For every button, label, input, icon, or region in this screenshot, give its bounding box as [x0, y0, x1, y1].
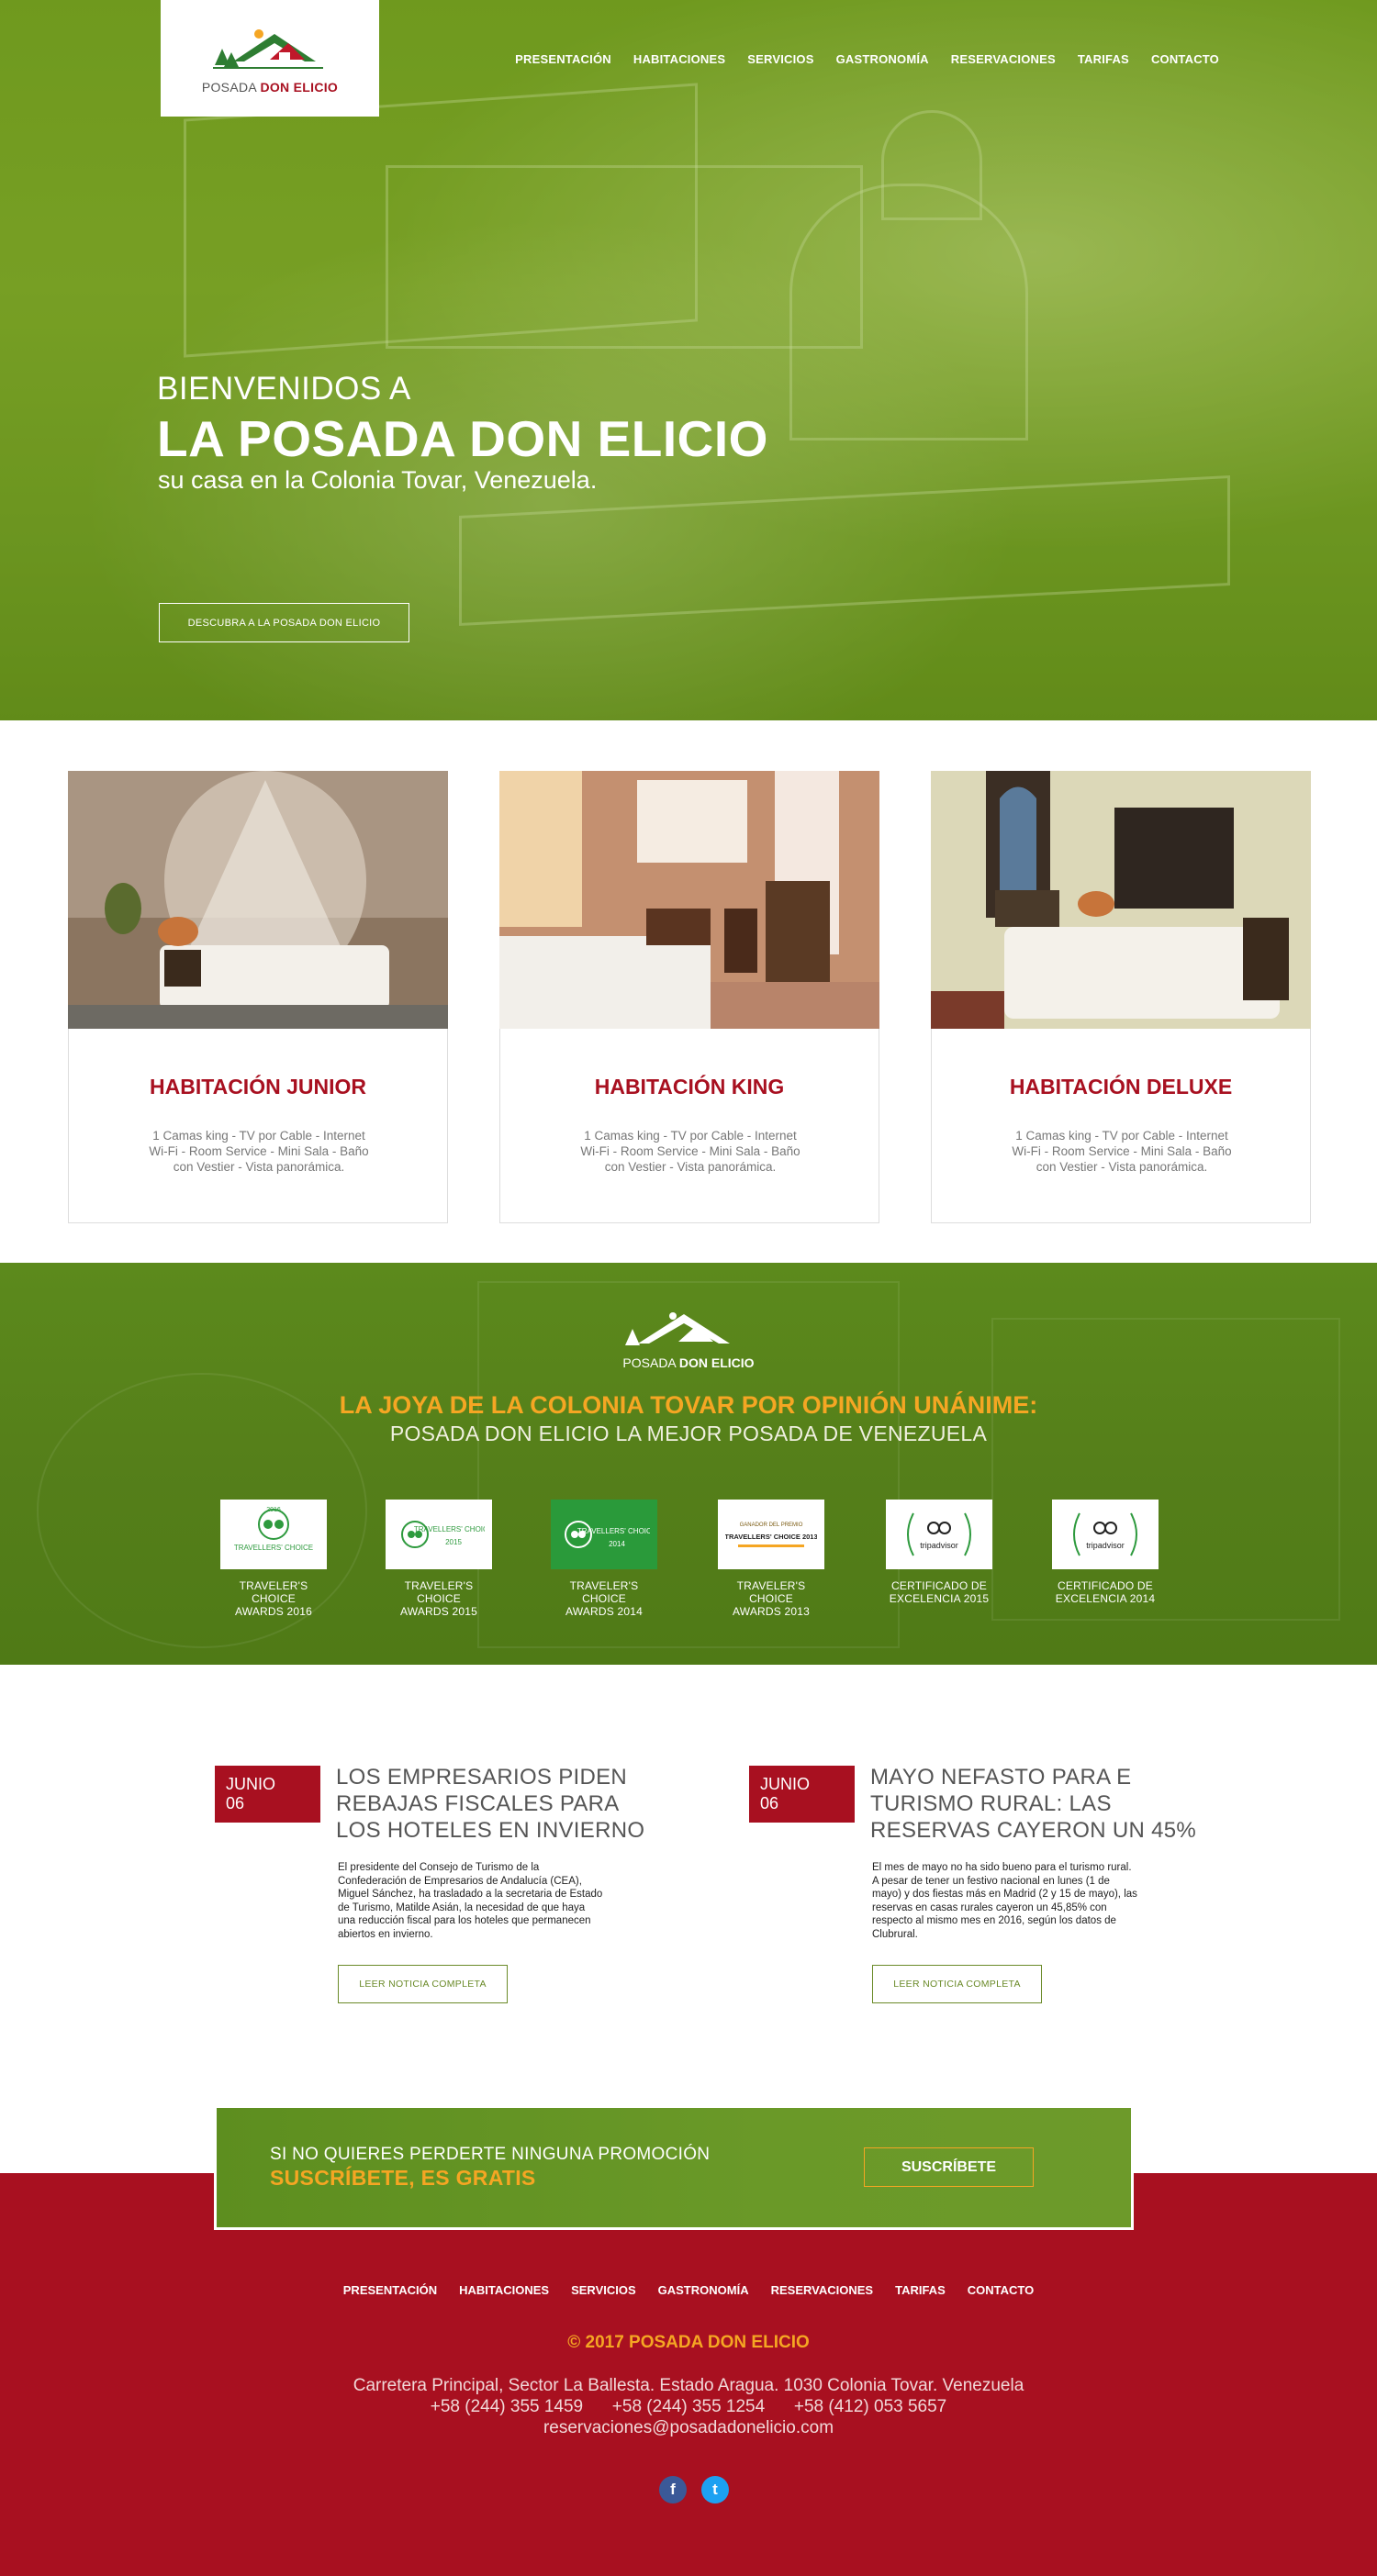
hero-section: POSADA DON ELICIO PRESENTACIÓN HABITACIO… — [0, 0, 1377, 720]
contact-info: Carretera Principal, Sector La Ballesta.… — [0, 2375, 1377, 2438]
facebook-icon[interactable]: f — [659, 2476, 687, 2504]
discover-button[interactable]: DESCUBRA A LA POSADA DON ELICIO — [159, 603, 409, 642]
room-description: 1 Camas king - TV por Cable - Internet W… — [149, 1129, 369, 1174]
nav-reservaciones[interactable]: RESERVACIONES — [951, 52, 1056, 66]
logo-text: POSADA DON ELICIO — [201, 79, 339, 95]
room-card-junior[interactable]: HABITACIÓN JUNIOR 1 Camas king - TV por … — [68, 771, 448, 1223]
news-title[interactable]: LOS EMPRESARIOS PIDEN REBAJAS FISCALES P… — [336, 1764, 666, 1844]
news-date: JUNIO 06 — [749, 1766, 855, 1823]
awards-subheading: POSADA DON ELICIO LA MEJOR POSADA DE VEN… — [389, 1422, 988, 1445]
room-description: 1 Camas king - TV por Cable - Internet W… — [1012, 1129, 1232, 1174]
award-badge: TRAVELLERS' CHOICE 2014 — [551, 1500, 657, 1569]
room-description: 1 Camas king - TV por Cable - Internet W… — [580, 1129, 800, 1174]
award-caption: TRAVELER'S CHOICE AWARDS 2014 — [565, 1579, 643, 1618]
award-badge: TRAVELLERS' CHOICE 2015 — [386, 1500, 492, 1569]
main-nav: PRESENTACIÓN HABITACIONES SERVICIOS GAST… — [515, 52, 1219, 66]
award-badge: tripadvisor — [1052, 1500, 1159, 1569]
awards-heading: LA JOYA DE LA COLONIA TOVAR POR OPINIÓN … — [339, 1391, 1038, 1419]
footer-nav-contacto[interactable]: CONTACTO — [968, 2283, 1034, 2297]
room-title: HABITACIÓN KING — [594, 1075, 785, 1098]
news-date: JUNIO 06 — [215, 1766, 320, 1823]
email-link[interactable]: reservaciones@posadadonelicio.com — [0, 2417, 1377, 2438]
hero-title: LA POSADA DON ELICIO — [157, 410, 768, 467]
room-card-king[interactable]: HABITACIÓN KING 1 Camas king - TV por Ca… — [499, 771, 879, 1223]
award-year: 2016 — [266, 1507, 281, 1513]
logo-house-icon — [213, 28, 323, 69]
award-badge-text: tripadvisor — [1086, 1541, 1125, 1550]
twitter-icon[interactable]: t — [701, 2476, 729, 2504]
room-title: HABITACIÓN DELUXE — [1009, 1075, 1233, 1098]
award-badge-text: TRAVELLERS' CHOICE — [234, 1544, 313, 1552]
award-badge: tripadvisor — [886, 1500, 992, 1569]
footer-nav-habitaciones[interactable]: HABITACIONES — [459, 2283, 549, 2297]
news-body: El presidente del Consejo de Turismo de … — [338, 1862, 603, 1940]
award-caption: TRAVELER'S CHOICE AWARDS 2013 — [732, 1579, 810, 1618]
news-item: JUNIO 06 MAYO NEFASTO PARA E TURISMO RURA… — [749, 1764, 1226, 2003]
copyright: © 2017 POSADA DON ELICIO — [567, 2333, 810, 2352]
award-item: tripadvisor CERTIFICADO DE EXCELENCIA 201… — [1052, 1500, 1159, 1605]
awards-section: POSADA DON ELICIO LA JOYA DE LA COLONIA … — [0, 1263, 1377, 1665]
news-title[interactable]: MAYO NEFASTO PARA E TURISMO RURAL: LAS R… — [870, 1764, 1201, 1844]
promo-highlight: SUSCRÍBETE, ES GRATIS — [270, 2166, 536, 2190]
room-photo-king — [499, 771, 879, 1029]
award-badge-text: tripadvisor — [920, 1541, 958, 1550]
nav-tarifas[interactable]: TARIFAS — [1078, 52, 1129, 66]
award-badge: GANADOR DEL PREMIO TRAVELLERS' CHOICE 201… — [718, 1500, 824, 1569]
newsletter-promo: SI NO QUIERES PERDERTE NINGUNA PROMOCIÓN… — [214, 2105, 1134, 2230]
awards-logo: POSADA DON ELICIO — [617, 1309, 760, 1370]
footer-nav-servicios[interactable]: SERVICIOS — [571, 2283, 636, 2297]
nav-presentacion[interactable]: PRESENTACIÓN — [515, 52, 611, 66]
band-pattern — [991, 1318, 1340, 1621]
room-title: HABITACIÓN JUNIOR — [150, 1075, 366, 1098]
footer-nav-gastronomia[interactable]: GASTRONOMÍA — [658, 2283, 749, 2297]
footer-nav-presentacion[interactable]: PRESENTACIÓN — [343, 2283, 437, 2297]
nav-gastronomia[interactable]: GASTRONOMÍA — [836, 52, 929, 66]
award-year: 2015 — [445, 1538, 462, 1546]
award-caption: TRAVELER'S CHOICE AWARDS 2015 — [399, 1579, 477, 1618]
address: Carretera Principal, Sector La Ballesta.… — [353, 2376, 1024, 2395]
award-item: TRAVELLERS' CHOICE 2015 TRAVELER'S CHOICE… — [386, 1500, 492, 1618]
award-item: TRAVELLERS' CHOICE 2014 TRAVELER'S CHOICE… — [551, 1500, 657, 1618]
room-photo-junior — [68, 771, 448, 1029]
room-card-deluxe[interactable]: HABITACIÓN DELUXE 1 Camas king - TV por … — [931, 771, 1311, 1223]
award-caption: CERTIFICADO DE EXCELENCIA 2015 — [889, 1579, 990, 1605]
footer-nav: PRESENTACIÓN HABITACIONES SERVICIOS GAST… — [0, 2283, 1377, 2297]
site-logo[interactable]: POSADA DON ELICIO — [161, 0, 379, 117]
award-badge-text: TRAVELLERS' CHOICE — [577, 1527, 650, 1535]
award-caption: CERTIFICADO DE EXCELENCIA 2014 — [1055, 1579, 1156, 1605]
read-more-button[interactable]: LEER NOTICIA COMPLETA — [338, 1965, 508, 2003]
award-badge: TRAVELLERS' CHOICE 2016 — [220, 1500, 327, 1569]
award-item: GANADOR DEL PREMIO TRAVELLERS' CHOICE 201… — [718, 1500, 824, 1618]
award-item: tripadvisor CERTIFICADO DE EXCELENCIA 201… — [886, 1500, 992, 1605]
room-photo-deluxe — [931, 771, 1311, 1029]
footer-nav-reservaciones[interactable]: RESERVACIONES — [771, 2283, 874, 2297]
nav-servicios[interactable]: SERVICIOS — [747, 52, 813, 66]
subscribe-button[interactable]: SUSCRÍBETE — [864, 2147, 1034, 2187]
promo-text: SI NO QUIERES PERDERTE NINGUNA PROMOCIÓN — [270, 2145, 711, 2164]
award-year: 2014 — [609, 1540, 625, 1548]
hero-pretitle: BIENVENIDOS A — [157, 371, 411, 407]
social-links: f t — [659, 2476, 729, 2504]
nav-contacto[interactable]: CONTACTO — [1151, 52, 1219, 66]
award-year: GANADOR DEL PREMIO — [740, 1522, 803, 1528]
award-badge-text: TRAVELLERS' CHOICE 2013 — [725, 1533, 817, 1541]
award-caption: TRAVELER'S CHOICE AWARDS 2016 — [234, 1579, 312, 1618]
footer-nav-tarifas[interactable]: TARIFAS — [895, 2283, 946, 2297]
phones: +58 (244) 355 1459 +58 (244) 355 1254 +5… — [430, 2397, 947, 2416]
nav-habitaciones[interactable]: HABITACIONES — [633, 52, 725, 66]
news-body: El mes de mayo no ha sido bueno para el … — [872, 1862, 1137, 1940]
logo-house-icon — [625, 1312, 730, 1345]
awards-logo-text: POSADA DON ELICIO — [622, 1355, 755, 1370]
news-item: JUNIO 06 LOS EMPRESARIOS PIDEN REBAJAS FI… — [215, 1764, 692, 2003]
award-item: TRAVELLERS' CHOICE 2016 TRAVELER'S CHOICE… — [220, 1500, 327, 1618]
award-badge-text: TRAVELLERS' CHOICE — [414, 1525, 485, 1533]
read-more-button[interactable]: LEER NOTICIA COMPLETA — [872, 1965, 1042, 2003]
hero-subtitle: su casa en la Colonia Tovar, Venezuela. — [158, 466, 598, 494]
